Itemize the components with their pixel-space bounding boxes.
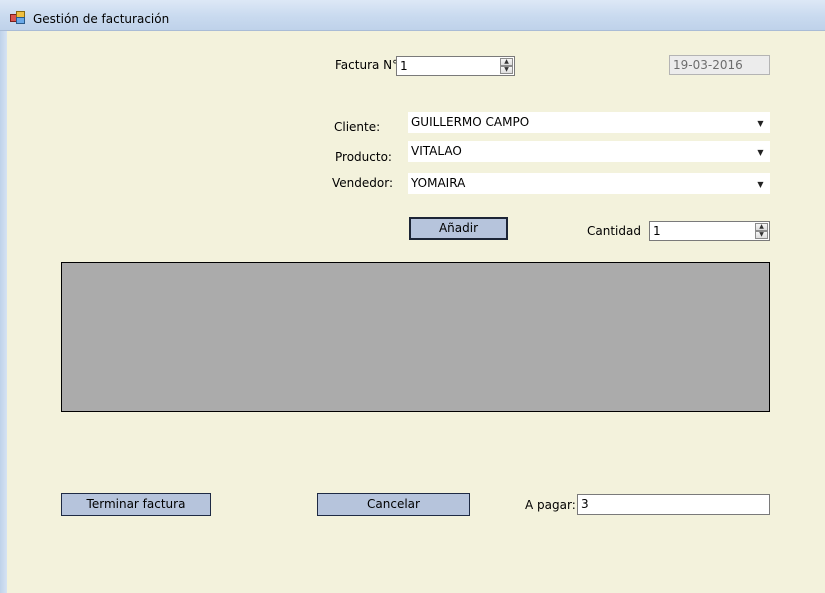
quantity-stepper[interactable]: 1 ▲ ▼ — [649, 221, 770, 241]
spin-up-icon[interactable]: ▲ — [755, 223, 768, 231]
product-value: VITALAO — [411, 144, 462, 158]
invoice-items-grid[interactable] — [61, 262, 770, 412]
finish-invoice-button[interactable]: Terminar factura — [61, 493, 211, 516]
invoice-number-value: 1 — [400, 59, 408, 73]
spin-down-icon[interactable]: ▼ — [755, 231, 768, 239]
window-title: Gestión de facturación — [33, 12, 170, 26]
cancel-button[interactable]: Cancelar — [317, 493, 470, 516]
add-button[interactable]: Añadir — [409, 217, 508, 240]
quantity-label: Cantidad — [587, 224, 641, 238]
invoice-number-stepper[interactable]: 1 ▲ ▼ — [396, 56, 515, 76]
invoice-number-label: Factura N° — [335, 58, 399, 72]
title-bar: Gestión de facturación — [0, 0, 825, 31]
quantity-spin[interactable]: ▲ ▼ — [755, 223, 768, 239]
spin-down-icon[interactable]: ▼ — [500, 66, 513, 74]
invoice-date-value: 19-03-2016 — [673, 58, 743, 72]
seller-combobox[interactable]: YOMAIRA ▼ — [408, 173, 770, 194]
app-form-icon[interactable] — [10, 11, 25, 24]
dropdown-arrow-icon[interactable]: ▼ — [756, 148, 765, 157]
seller-value: YOMAIRA — [411, 176, 466, 190]
invoice-number-spin[interactable]: ▲ ▼ — [500, 58, 513, 74]
invoice-date-field: 19-03-2016 — [669, 55, 770, 75]
seller-label: Vendedor: — [332, 176, 393, 190]
dropdown-arrow-icon[interactable]: ▼ — [756, 180, 765, 189]
amount-due-value: 3 — [581, 497, 589, 511]
product-label: Producto: — [335, 150, 392, 164]
product-combobox[interactable]: VITALAO ▼ — [408, 141, 770, 162]
client-combobox[interactable]: GUILLERMO CAMPO ▼ — [408, 112, 770, 133]
quantity-value: 1 — [653, 224, 661, 238]
amount-due-label: A pagar: — [525, 498, 576, 512]
amount-due-field[interactable]: 3 — [577, 494, 770, 515]
client-value: GUILLERMO CAMPO — [411, 115, 530, 129]
window-border — [0, 31, 7, 593]
spin-up-icon[interactable]: ▲ — [500, 58, 513, 66]
dropdown-arrow-icon[interactable]: ▼ — [756, 119, 765, 128]
client-label: Cliente: — [334, 120, 381, 134]
